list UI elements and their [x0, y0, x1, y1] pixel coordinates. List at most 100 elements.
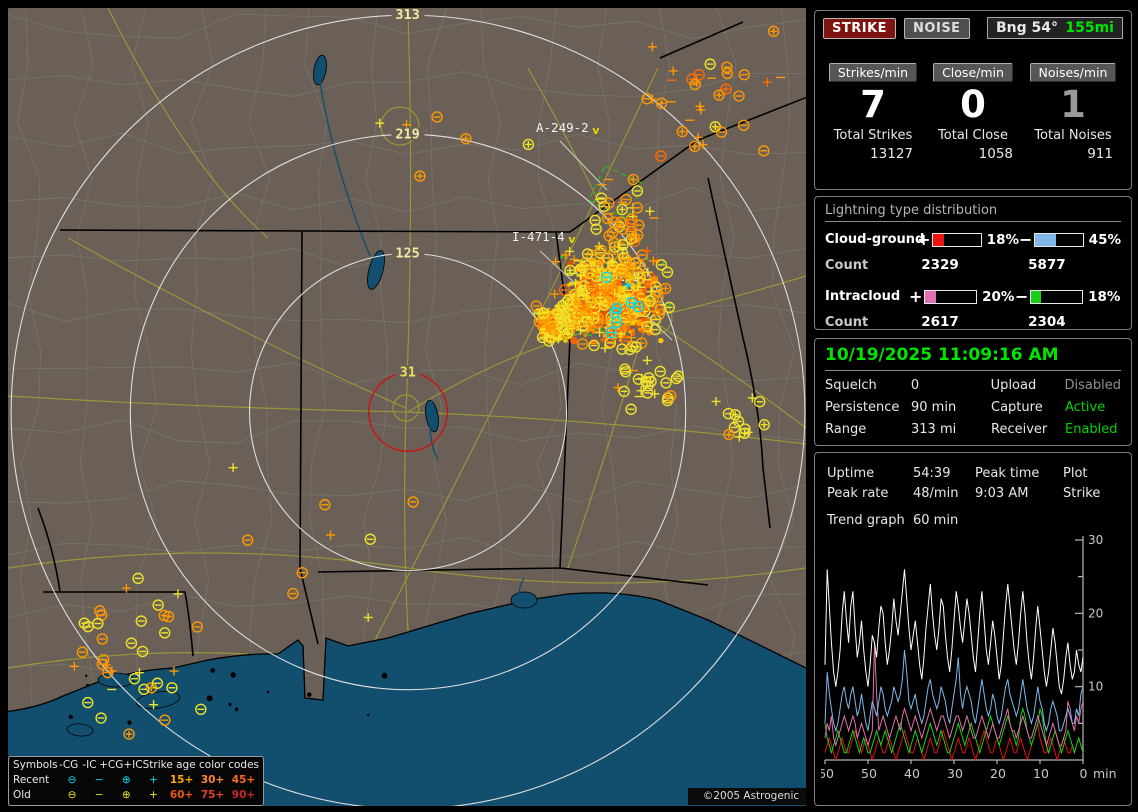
- trend-graph-value: 60 min: [913, 513, 975, 528]
- legend-col-ic-minus: -IC: [80, 758, 99, 773]
- ic-plus-recent-icon: +: [141, 773, 166, 788]
- x-tick-label: 50: [861, 766, 877, 781]
- noises-per-min-value: 1: [1060, 84, 1086, 126]
- total-close-label: Total Close: [938, 128, 1008, 143]
- squelch-value: 0: [911, 378, 991, 393]
- trend-graph-label: Trend graph: [827, 513, 913, 528]
- age-45: 45+: [228, 773, 259, 788]
- x-axis-unit: min: [1093, 766, 1117, 781]
- total-noises-label: Total Noises: [1034, 128, 1111, 143]
- age-60: 60+: [166, 788, 197, 803]
- legend-header-row: Symbols -CG -IC +CG +IC Strike age color…: [13, 758, 259, 773]
- trend-graph-chart: 1020306050403020100min: [821, 532, 1125, 794]
- persistence-label: Persistence: [825, 400, 911, 415]
- age-30: 30+: [197, 773, 228, 788]
- total-strikes-label: Total Strikes: [834, 128, 913, 143]
- persistence-value: 90 min: [911, 400, 991, 415]
- legend-col-cg-minus: -CG: [58, 758, 80, 773]
- x-tick-label: 10: [1033, 766, 1049, 781]
- total-close-value: 1058: [979, 146, 1023, 162]
- legend-col-cg-plus: +CG: [99, 758, 123, 773]
- legend-col-ic-plus: +IC: [123, 758, 142, 773]
- storm-trend-icon: v: [592, 124, 600, 137]
- plot-value: Strike: [1063, 486, 1125, 501]
- legend-old-row: Old ⊖ − ⊕ + 60+ 75+ 90+: [13, 788, 259, 803]
- ic-plus-bar: [924, 290, 977, 304]
- ic-minus-bar: [1030, 290, 1083, 304]
- lightning-map[interactable]: A-249-2vI-471-4vB-3472-531321912531 Symb…: [8, 8, 806, 806]
- cg-minus-bar: [1034, 233, 1084, 247]
- minus-sign: −: [1015, 287, 1027, 306]
- peak-time-label: Peak time: [975, 466, 1063, 481]
- svg-text:125: 125: [395, 246, 419, 262]
- distance-value: 155mi: [1065, 20, 1114, 36]
- minus-sign: −: [1019, 230, 1031, 249]
- noise-mode-button[interactable]: NOISE: [904, 18, 970, 39]
- plot-label: Plot: [1063, 466, 1125, 481]
- bearing-distance-readout: Bng 54° 155mi: [987, 17, 1123, 39]
- session-panel: Uptime 54:39 Peak time Plot Peak rate 48…: [814, 452, 1132, 806]
- legend-recent-row: Recent ⊖ − ⊕ + 15+ 30+ 45+: [13, 773, 259, 788]
- plus-sign: +: [917, 230, 929, 249]
- cg-minus-old-icon: ⊖: [58, 788, 87, 803]
- range-label: Range: [825, 422, 911, 437]
- strike-mode-button[interactable]: STRIKE: [823, 18, 896, 39]
- y-tick-label: 30: [1088, 533, 1103, 547]
- series-Total strikes/min: [825, 569, 1083, 694]
- x-tick-label: 0: [1080, 766, 1088, 781]
- storm-trend-icon: v: [568, 233, 576, 246]
- y-tick-label: 10: [1088, 680, 1103, 694]
- noises-per-min-chip[interactable]: Noises/min: [1030, 63, 1117, 82]
- map-legend: Symbols -CG -IC +CG +IC Strike age color…: [8, 756, 264, 806]
- cg-count-label: Count: [825, 258, 907, 273]
- range-value: 313 mi: [911, 422, 991, 437]
- ic-plus-count: 2617: [907, 314, 1014, 330]
- cg-plus-recent-icon: ⊕: [112, 773, 141, 788]
- peak-rate-label: Peak rate: [827, 486, 913, 501]
- x-tick-label: 30: [947, 766, 963, 781]
- ic-count-label: Count: [825, 315, 907, 330]
- ic-plus-old-icon: +: [141, 788, 166, 803]
- upload-label: Upload: [991, 378, 1065, 393]
- intracloud-label: Intracloud: [825, 289, 909, 304]
- map-canvas: A-249-2vI-471-4vB-3472-531321912531: [8, 8, 806, 806]
- strike-stats-panel: STRIKE NOISE Bng 54° 155mi Strikes/min C…: [814, 10, 1132, 190]
- distribution-title: Lightning type distribution: [825, 203, 1121, 222]
- capture-status: Active: [1065, 400, 1121, 415]
- datetime-display: 10/19/2025 11:09:16 AM: [825, 345, 1121, 371]
- close-per-min-chip[interactable]: Close/min: [933, 63, 1013, 82]
- svg-text:219: 219: [395, 126, 419, 142]
- squelch-label: Squelch: [825, 378, 911, 393]
- copyright-text: ©2005 Astrogenic Systems: [688, 788, 806, 805]
- cg-plus-count: 2329: [907, 257, 1014, 273]
- legend-age-title: Strike age color codes: [143, 758, 259, 773]
- x-tick-label: 60: [821, 766, 834, 781]
- cg-plus-pct: 18%: [985, 232, 1019, 248]
- legend-symbols-label: Symbols: [13, 758, 58, 773]
- cg-plus-old-icon: ⊕: [112, 788, 141, 803]
- status-panel: 10/19/2025 11:09:16 AM Squelch 0 Upload …: [814, 338, 1132, 446]
- x-tick-label: 40: [904, 766, 920, 781]
- peak-rate-value: 48/min: [913, 486, 975, 501]
- ic-minus-count: 2304: [1014, 314, 1121, 330]
- y-tick-label: 20: [1088, 606, 1103, 620]
- strikes-per-min-chip[interactable]: Strikes/min: [829, 63, 917, 82]
- nexstorm-window: A-249-2vI-471-4vB-3472-531321912531 Symb…: [0, 0, 1138, 812]
- receiver-label: Receiver: [991, 422, 1065, 437]
- storm-cell-label: I-471-4: [512, 229, 565, 244]
- svg-text:31: 31: [400, 365, 416, 381]
- bearing-value: Bng 54°: [996, 20, 1058, 36]
- upload-status: Disabled: [1065, 378, 1121, 393]
- plus-sign: +: [909, 287, 921, 306]
- cg-minus-pct: 45%: [1087, 232, 1121, 248]
- age-90: 90+: [228, 788, 259, 803]
- uptime-label: Uptime: [827, 466, 913, 481]
- receiver-status: Enabled: [1065, 422, 1121, 437]
- ic-minus-old-icon: −: [87, 788, 112, 803]
- ic-plus-pct: 20%: [980, 289, 1015, 305]
- cg-plus-bar: [932, 233, 982, 247]
- cloud-ground-label: Cloud-ground: [825, 232, 917, 247]
- total-noises-value: 911: [1087, 146, 1123, 162]
- ic-minus-recent-icon: −: [87, 773, 112, 788]
- series--CG strikes/min: [825, 650, 1083, 731]
